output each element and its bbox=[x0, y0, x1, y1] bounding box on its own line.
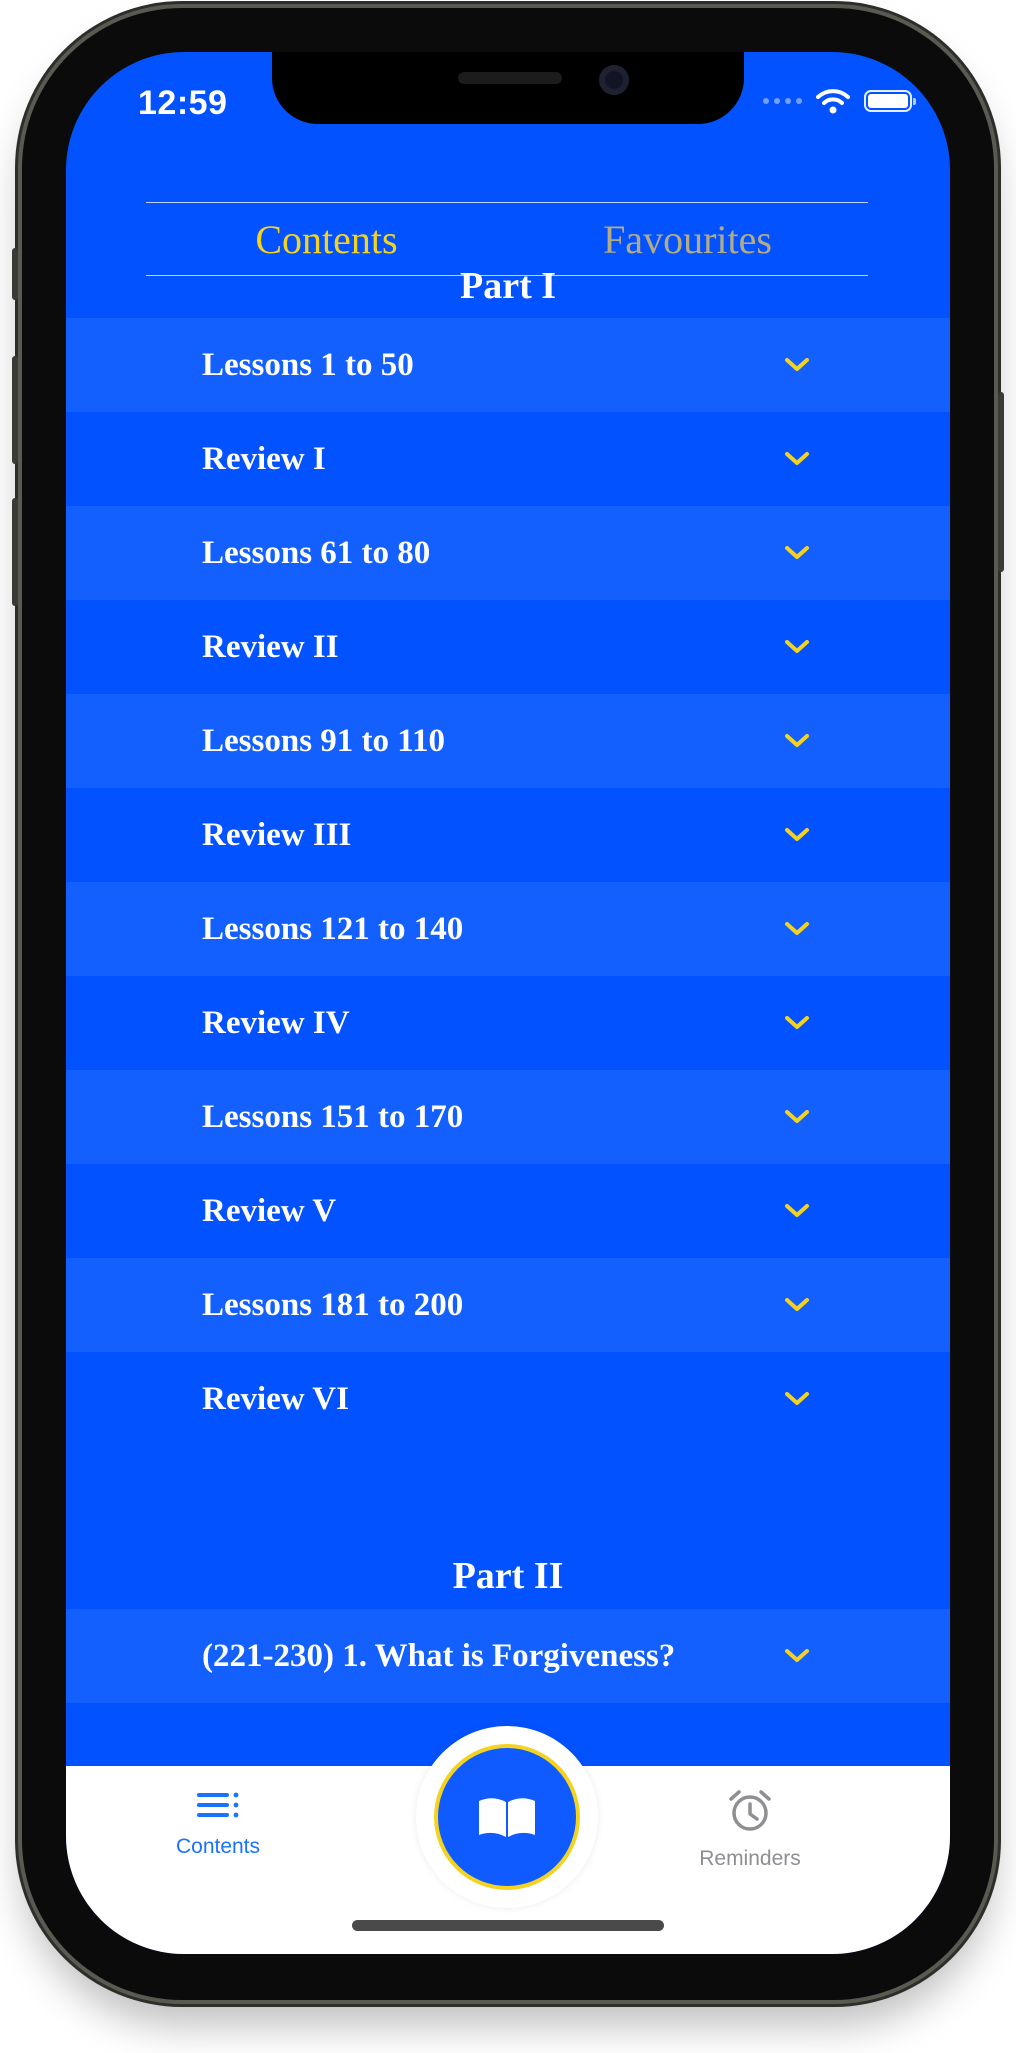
tab-reminders[interactable]: Reminders bbox=[660, 1788, 840, 1871]
section-title-part-1: Part I bbox=[459, 265, 557, 307]
power-button bbox=[998, 392, 1004, 572]
cellular-signal-icon bbox=[763, 98, 802, 104]
list-item[interactable]: Lessons 151 to 170 bbox=[66, 1070, 950, 1164]
list-item[interactable]: Review V bbox=[66, 1164, 950, 1258]
home-indicator[interactable] bbox=[352, 1920, 664, 1931]
list-item[interactable]: Review III bbox=[66, 788, 950, 882]
chevron-down-icon bbox=[785, 1110, 809, 1123]
list-item-label: Lessons 121 to 140 bbox=[202, 910, 464, 947]
wifi-icon bbox=[816, 89, 850, 114]
list-item-label: Review II bbox=[202, 628, 339, 665]
list-item[interactable]: Review VI bbox=[66, 1352, 950, 1446]
tab-contents[interactable]: Contents bbox=[128, 1788, 308, 1859]
list-item[interactable]: Review I bbox=[66, 412, 950, 506]
list-icon bbox=[197, 1792, 239, 1818]
book-icon bbox=[479, 1798, 535, 1837]
list-item[interactable]: Lessons 1 to 50 bbox=[66, 318, 950, 412]
chevron-down-icon bbox=[785, 640, 809, 653]
list-item-label: (221-230) 1. What is Forgiveness? bbox=[202, 1637, 676, 1674]
list-item[interactable]: Review II bbox=[66, 600, 950, 694]
list-item[interactable]: Review IV bbox=[66, 976, 950, 1070]
battery-icon bbox=[864, 90, 916, 112]
chevron-down-icon bbox=[785, 734, 809, 747]
list-item[interactable]: Lessons 181 to 200 bbox=[66, 1258, 950, 1352]
notch bbox=[272, 52, 744, 124]
status-icons bbox=[763, 88, 916, 114]
list-item-label: Review V bbox=[202, 1192, 337, 1229]
list-item-label: Lessons 1 to 50 bbox=[202, 346, 414, 383]
chevron-down-icon bbox=[785, 546, 809, 559]
list-item-label: Lessons 151 to 170 bbox=[202, 1098, 464, 1135]
part-2-list: (221-230) 1. What is Forgiveness? bbox=[66, 1609, 950, 1703]
list-item-label: Lessons 181 to 200 bbox=[202, 1286, 464, 1323]
list-item-label: Lessons 91 to 110 bbox=[202, 722, 445, 759]
part-1-list: Lessons 1 to 50 Review I Lessons 61 to 8… bbox=[66, 318, 950, 1446]
list-item[interactable]: Lessons 61 to 80 bbox=[66, 506, 950, 600]
list-item-label: Review IV bbox=[202, 1004, 350, 1041]
list-item-label: Review I bbox=[202, 440, 326, 477]
tab-contents-label: Contents bbox=[175, 1835, 261, 1858]
chevron-down-icon bbox=[785, 1016, 809, 1029]
volume-down-button bbox=[12, 498, 18, 606]
chevron-down-icon bbox=[785, 1204, 809, 1217]
chevron-down-icon bbox=[785, 452, 809, 465]
alarm-clock-icon bbox=[729, 1790, 771, 1831]
chevron-down-icon bbox=[785, 1392, 809, 1405]
speaker-grille bbox=[458, 72, 562, 84]
volume-up-button bbox=[12, 356, 18, 464]
chevron-down-icon bbox=[785, 1649, 809, 1662]
fab-container bbox=[416, 1726, 598, 1908]
list-item[interactable]: Lessons 121 to 140 bbox=[66, 882, 950, 976]
chevron-down-icon bbox=[785, 1298, 809, 1311]
status-time: 12:59 bbox=[138, 84, 228, 122]
chevron-down-icon bbox=[785, 922, 809, 935]
app-screen: 12:59 Contents Favourites Part I Lessons… bbox=[66, 52, 950, 1954]
tab-reminders-label: Reminders bbox=[699, 1847, 801, 1870]
mute-switch bbox=[12, 248, 18, 300]
section-title-part-2: Part II bbox=[452, 1555, 564, 1597]
front-camera bbox=[599, 65, 629, 95]
list-item[interactable]: (221-230) 1. What is Forgiveness? bbox=[66, 1609, 950, 1703]
list-item-label: Lessons 61 to 80 bbox=[202, 534, 431, 571]
list-item-label: Review VI bbox=[202, 1380, 349, 1417]
list-item[interactable]: Lessons 91 to 110 bbox=[66, 694, 950, 788]
chevron-down-icon bbox=[785, 358, 809, 371]
read-book-button[interactable] bbox=[434, 1744, 580, 1890]
chevron-down-icon bbox=[785, 828, 809, 841]
list-item-label: Review III bbox=[202, 816, 352, 853]
